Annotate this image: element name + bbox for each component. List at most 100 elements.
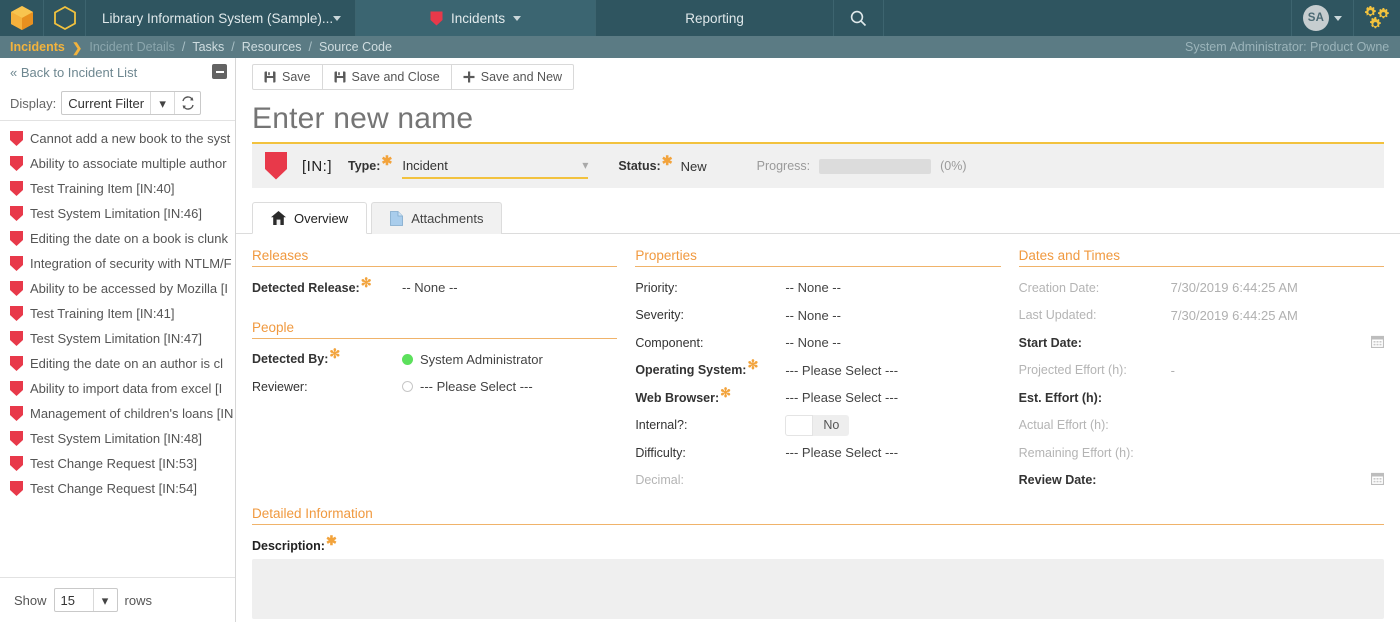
save-and-new-button[interactable]: Save and New <box>450 64 575 90</box>
toggle-label: No <box>823 418 840 433</box>
required-marker: ✱ <box>325 532 337 548</box>
list-item[interactable]: Management of children's loans [IN <box>0 401 235 426</box>
breadcrumb-item-tasks[interactable]: Tasks <box>188 40 228 54</box>
save-and-close-button-label: Save and Close <box>351 70 440 84</box>
list-item[interactable]: Test Change Request [IN:54] <box>0 476 235 501</box>
save-button[interactable]: Save <box>252 64 323 90</box>
record-id-code: [IN:] <box>302 157 333 175</box>
list-item[interactable]: Editing the date on an author is cl <box>0 351 235 376</box>
shield-icon <box>10 356 23 371</box>
user-menu[interactable]: SA <box>1292 0 1354 36</box>
save-button-label: Save <box>282 70 311 84</box>
rows-per-page-row: Show 15 ▾ rows <box>0 578 235 622</box>
display-filter-row: Display: Current Filter ▾ <box>0 86 235 120</box>
field-label: Severity: <box>635 308 684 323</box>
list-item[interactable]: Test System Limitation [IN:48] <box>0 426 235 451</box>
calendar-icon[interactable] <box>1370 472 1385 488</box>
field-value[interactable]: -- None -- <box>402 280 458 295</box>
field-value[interactable]: --- Please Select --- <box>402 379 533 394</box>
chevron-down-icon: ▾ <box>92 589 117 611</box>
tab-attachments[interactable]: Attachments <box>371 202 503 234</box>
field-value-text: - <box>1170 362 1175 378</box>
shield-icon <box>10 281 23 296</box>
rows-per-page-select[interactable]: 15 ▾ <box>53 588 118 612</box>
required-marker: ✻ <box>720 384 732 400</box>
list-item-label: Management of children's loans [IN <box>30 406 234 421</box>
app-logo-secondary[interactable] <box>44 0 86 36</box>
collapse-sidebar-button[interactable] <box>212 64 227 79</box>
save-and-close-button[interactable]: Save and Close <box>321 64 452 90</box>
releases-fields: Detected Release:✻ -- None -- <box>252 274 617 302</box>
form-field-row: Actual Effort (h): <box>1019 412 1384 440</box>
project-selector[interactable]: Library Information System (Sample)... <box>86 0 357 36</box>
list-item[interactable]: Test Change Request [IN:53] <box>0 451 235 476</box>
description-textarea[interactable] <box>252 559 1384 619</box>
form-field-row: Reviewer: --- Please Select --- <box>252 373 617 401</box>
record-name-input[interactable] <box>252 102 1384 136</box>
form-field-row: Severity: -- None -- <box>635 302 1000 330</box>
list-item[interactable]: Test System Limitation [IN:46] <box>0 201 235 226</box>
field-value[interactable]: -- None -- <box>785 335 841 350</box>
main-content: Save Save and Close Save and New Enter n… <box>236 58 1400 622</box>
incident-list-sidebar: « Back to Incident List Display: Current… <box>0 58 236 622</box>
shield-icon <box>10 406 23 421</box>
type-select[interactable]: Incident ▾ <box>402 153 589 179</box>
field-value[interactable]: -- None -- <box>785 280 841 295</box>
list-item[interactable]: Integration of security with NTLM/F <box>0 251 235 276</box>
list-item-label: Ability to import data from excel [I <box>30 381 223 396</box>
toggle-knob <box>785 414 814 436</box>
status-dot-green-icon <box>402 353 413 365</box>
record-summary-bar: [IN:] Type:✱ Incident ▾ Status:✱ New Pro… <box>252 142 1384 188</box>
back-to-incident-list-link[interactable]: « Back to Incident List <box>10 65 137 80</box>
list-item[interactable]: Ability to be accessed by Mozilla [I <box>0 276 235 301</box>
field-value[interactable]: System Administrator <box>402 352 543 367</box>
field-label: Operating System:✻ <box>635 357 759 378</box>
list-item-label: Test System Limitation [IN:48] <box>30 431 202 446</box>
app-logo-primary[interactable] <box>0 0 44 36</box>
nav-tab-reporting[interactable]: Reporting <box>596 0 835 36</box>
chevron-down-icon <box>1334 15 1342 21</box>
field-value-text: -- None -- <box>785 307 841 323</box>
list-item-label: Ability to associate multiple author <box>30 156 227 171</box>
form-field-row: Detected By:✻ System Administrator <box>252 346 617 374</box>
field-value[interactable]: --- Please Select --- <box>785 390 898 405</box>
list-item[interactable]: Test System Limitation [IN:47] <box>0 326 235 351</box>
form-field-row: Projected Effort (h): - <box>1019 357 1384 385</box>
form-field-row: Est. Effort (h): <box>1019 384 1384 412</box>
form-field-row: Priority: -- None -- <box>635 274 1000 302</box>
list-item-label: Test System Limitation [IN:46] <box>30 206 202 221</box>
breadcrumb-item-resources[interactable]: Resources <box>238 40 306 54</box>
shield-icon <box>10 381 23 396</box>
breadcrumb-item-source-code[interactable]: Source Code <box>315 40 396 54</box>
breadcrumb-item-incidents[interactable]: Incidents <box>6 40 69 54</box>
internal-toggle[interactable]: No <box>785 414 850 436</box>
list-item-label: Editing the date on a book is clunk <box>30 231 229 246</box>
field-value[interactable]: --- Please Select --- <box>785 445 898 460</box>
form-field-row: Detected Release:✻ -- None -- <box>252 274 617 302</box>
search-button[interactable] <box>834 0 885 36</box>
nav-tab-incidents[interactable]: Incidents <box>356 0 597 36</box>
field-value-text: --- Please Select --- <box>420 379 533 395</box>
list-item-label: Test Training Item [IN:41] <box>30 306 175 321</box>
breadcrumb-item-incident-details[interactable]: Incident Details <box>85 40 178 54</box>
type-label: Type:✱ <box>348 152 393 173</box>
list-item[interactable]: Editing the date on a book is clunk <box>0 226 235 251</box>
field-value[interactable]: -- None -- <box>785 308 841 323</box>
calendar-icon[interactable] <box>1370 335 1385 351</box>
list-item[interactable]: Ability to import data from excel [I <box>0 376 235 401</box>
settings-button[interactable] <box>1354 0 1400 36</box>
chevron-down-icon <box>513 15 522 21</box>
hexagon-cube-logo <box>10 6 33 30</box>
refresh-icon[interactable] <box>174 92 200 114</box>
list-item[interactable]: Cannot add a new book to the syst <box>0 126 235 151</box>
list-item[interactable]: Ability to associate multiple author <box>0 151 235 176</box>
incident-list[interactable]: Cannot add a new book to the syst Ability… <box>0 120 235 578</box>
status-label: Status:✱ <box>618 152 673 173</box>
field-value[interactable]: --- Please Select --- <box>785 363 898 378</box>
filter-select[interactable]: Current Filter ▾ <box>61 91 202 115</box>
list-item[interactable]: Test Training Item [IN:41] <box>0 301 235 326</box>
list-item[interactable]: Test Training Item [IN:40] <box>0 176 235 201</box>
record-toolbar: Save Save and Close Save and New <box>236 58 1400 90</box>
tab-overview[interactable]: Overview <box>252 202 368 234</box>
field-value: 7/30/2019 6:44:25 AM <box>1171 280 1298 295</box>
